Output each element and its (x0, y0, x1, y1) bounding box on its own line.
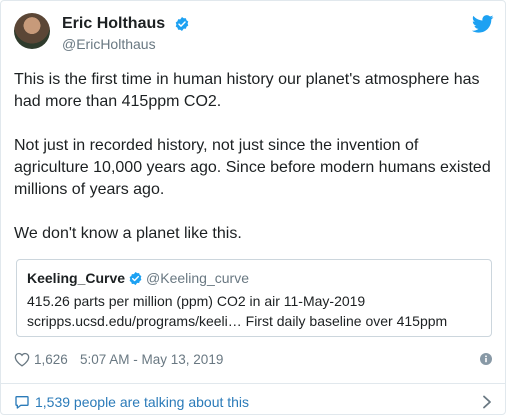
divider (1, 383, 505, 384)
quoted-author-name: Keeling_Curve (27, 270, 126, 286)
author-handle[interactable]: @EricHolthaus (62, 36, 190, 52)
verified-badge-icon (129, 271, 142, 286)
tweet-meta: 1,626 5:07 AM - May 13, 2019 (14, 349, 492, 369)
tweet-paragraph: Not just in recorded history, not just s… (14, 137, 491, 198)
chat-bubble-icon (15, 396, 29, 409)
heart-icon[interactable] (14, 352, 30, 367)
talking-about-link[interactable]: 1,539 people are talking about this (35, 394, 249, 410)
tweet-paragraph: This is the first time in human history … (14, 71, 480, 110)
quoted-line-2: scripps.ucsd.edu/programs/keeli… First d… (27, 313, 448, 329)
quoted-author-handle: @Keeling_curve (146, 270, 249, 286)
quoted-tweet-text: 415.26 parts per million (ppm) CO2 in ai… (27, 291, 481, 331)
avatar[interactable] (14, 13, 50, 49)
quoted-tweet[interactable]: Keeling_Curve @Keeling_curve 415.26 part… (16, 259, 492, 337)
tweet-text: This is the first time in human history … (14, 69, 492, 267)
tweet-header: Eric Holthaus @EricHolthaus (14, 13, 494, 57)
author-display-name[interactable]: Eric Holthaus (62, 15, 165, 33)
author-names[interactable]: Eric Holthaus @EricHolthaus (62, 15, 190, 52)
info-icon[interactable] (480, 353, 492, 365)
tweet-card: Eric Holthaus @EricHolthaus This is the … (0, 0, 506, 415)
like-count[interactable]: 1,626 (34, 352, 68, 367)
timestamp[interactable]: 5:07 AM - May 13, 2019 (80, 352, 223, 367)
chevron-right-icon[interactable] (482, 395, 492, 409)
twitter-bird-icon[interactable] (472, 15, 494, 33)
conversation-footer[interactable]: 1,539 people are talking about this (14, 391, 492, 413)
tweet-paragraph: We don't know a planet like this. (14, 225, 242, 242)
quoted-line-1: 415.26 parts per million (ppm) CO2 in ai… (27, 293, 366, 309)
quoted-tweet-header: Keeling_Curve @Keeling_curve (27, 269, 481, 287)
verified-badge-icon (175, 17, 188, 31)
